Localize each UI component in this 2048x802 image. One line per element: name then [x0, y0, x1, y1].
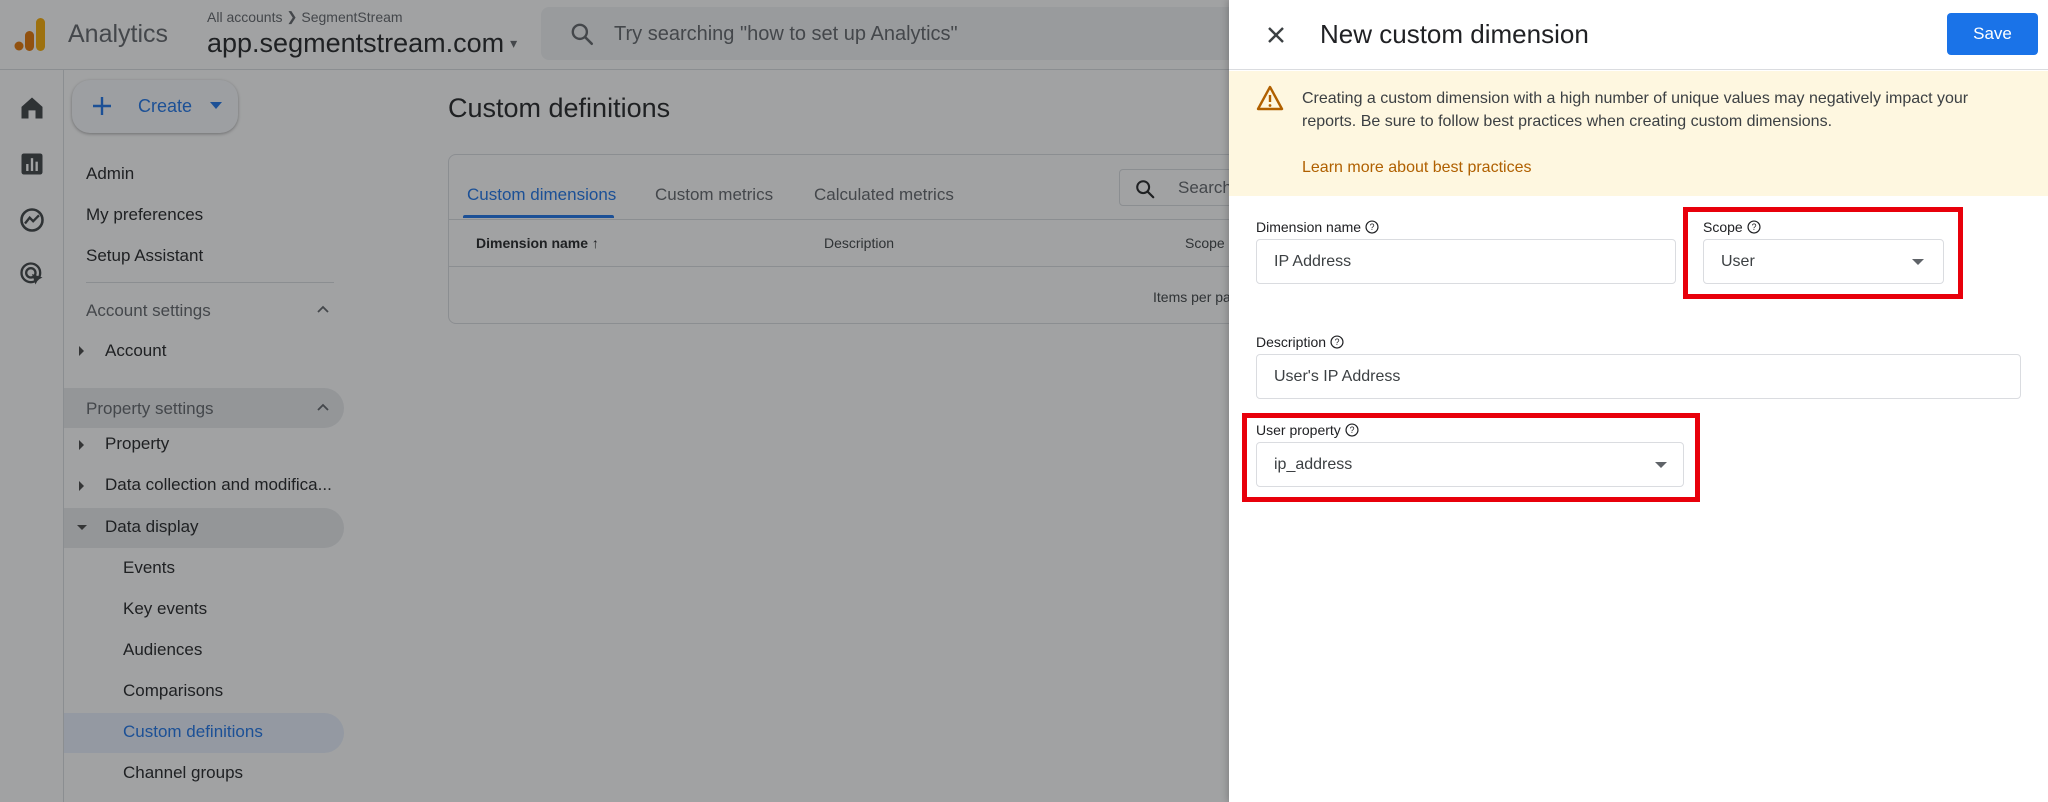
description-input[interactable]: User's IP Address — [1256, 354, 2021, 399]
user-property-highlight-box — [1242, 413, 1700, 502]
input-value: User's IP Address — [1274, 368, 1401, 385]
description-label: Description ? — [1256, 334, 1344, 350]
panel-header: New custom dimension Save — [1229, 0, 2048, 70]
label-text: Dimension name — [1256, 219, 1362, 235]
panel-title: New custom dimension — [1320, 19, 1589, 49]
modal-scrim[interactable] — [0, 0, 1229, 802]
new-custom-dimension-panel: New custom dimension Save Creating a cus… — [1229, 0, 2048, 802]
help-icon[interactable]: ? — [1365, 220, 1379, 234]
close-icon[interactable] — [1261, 20, 1291, 50]
help-icon[interactable]: ? — [1330, 335, 1344, 349]
label-text: Description — [1256, 334, 1327, 350]
svg-text:?: ? — [1335, 337, 1340, 347]
best-practices-link[interactable]: Learn more about best practices — [1302, 159, 1531, 177]
dimension-name-input[interactable]: IP Address — [1256, 239, 1676, 284]
svg-text:?: ? — [1370, 222, 1375, 232]
warning-icon — [1256, 85, 1284, 111]
dimension-name-label: Dimension name ? — [1256, 219, 1379, 235]
warning-text: Creating a custom dimension with a high … — [1302, 90, 1969, 130]
input-value: IP Address — [1274, 253, 1352, 270]
scope-highlight-box — [1683, 207, 1963, 299]
warning-banner: Creating a custom dimension with a high … — [1229, 71, 2048, 196]
save-button[interactable]: Save — [1947, 13, 2038, 55]
